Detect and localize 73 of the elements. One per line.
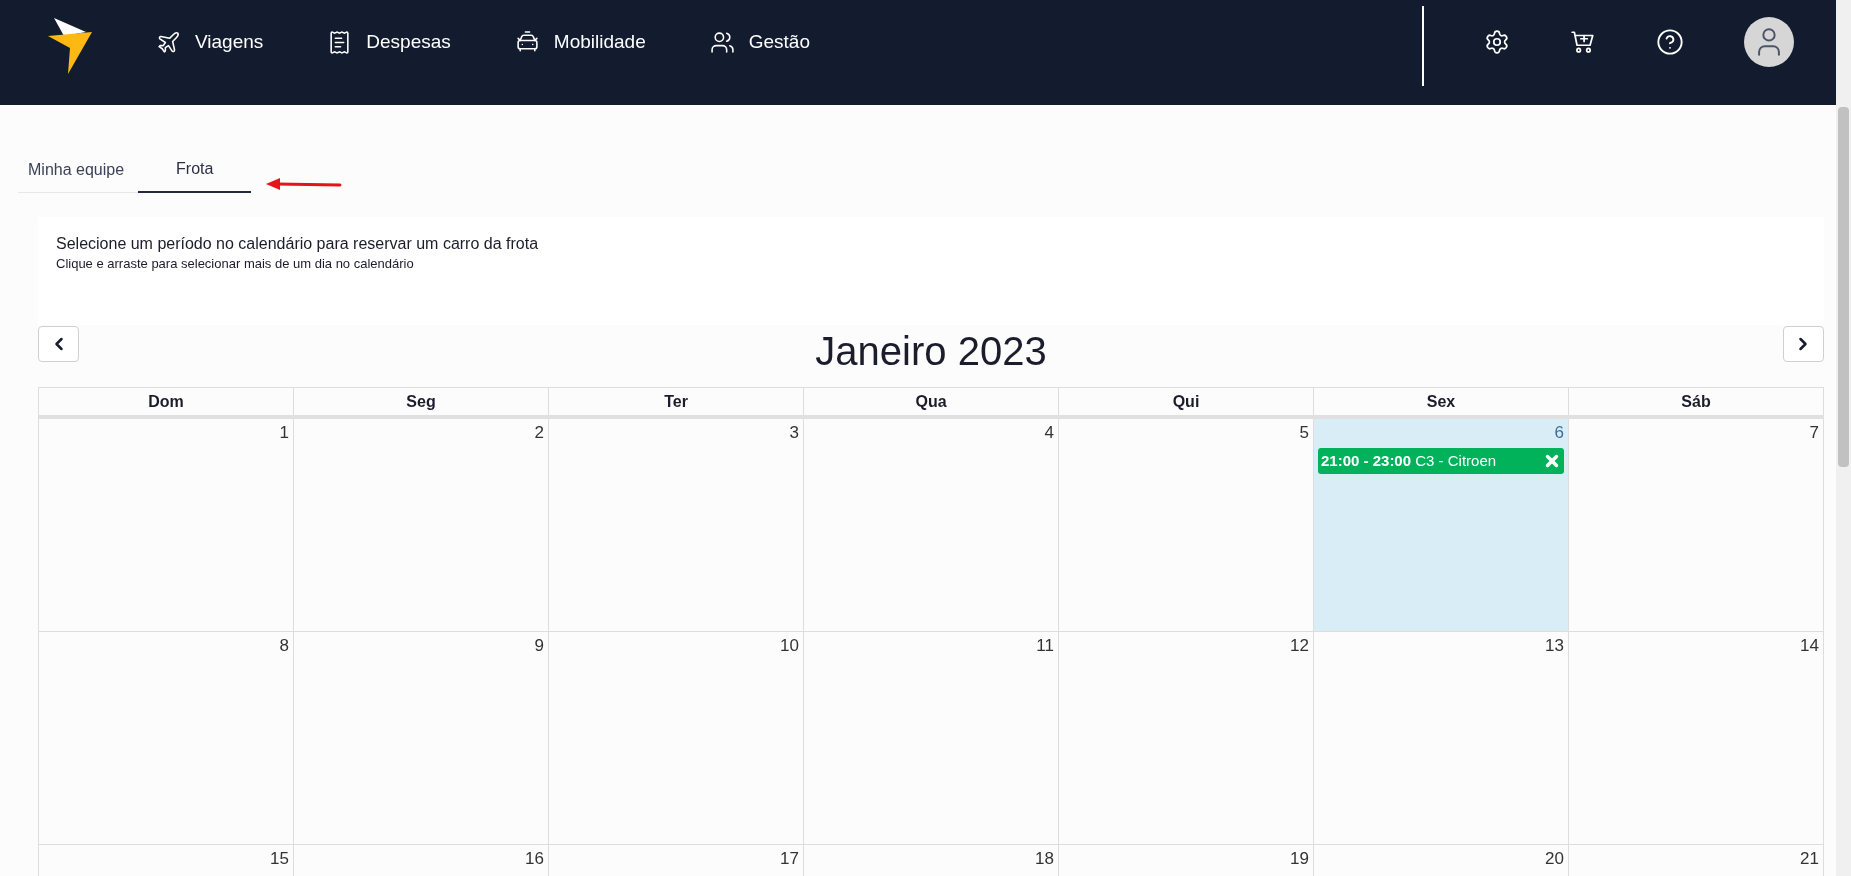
day-cell[interactable]: 17 <box>549 845 804 876</box>
day-number: 19 <box>1290 848 1309 870</box>
nav-link[interactable]: Mobilidade <box>514 28 646 57</box>
day-cell[interactable]: 6 21:00 - 23:00 C3 - Citroen <box>1314 419 1569 631</box>
weekday-header: Qua <box>804 388 1059 415</box>
day-cell[interactable]: 21 <box>1569 845 1824 876</box>
nav-link[interactable]: Despesas <box>327 28 451 57</box>
tab[interactable]: Minha equipe <box>18 147 139 192</box>
day-cell[interactable]: 11 <box>804 632 1059 844</box>
nav-link[interactable]: Viagens <box>156 28 264 57</box>
day-cell[interactable]: 4 <box>804 419 1059 631</box>
settings-button[interactable] <box>1484 29 1510 55</box>
day-cell[interactable]: 13 <box>1314 632 1569 844</box>
pointer-arrow-icon <box>266 178 342 190</box>
day-number: 7 <box>1809 422 1819 444</box>
tab[interactable]: Frota <box>138 147 252 193</box>
event-label: 21:00 - 23:00 C3 - Citroen <box>1321 451 1498 471</box>
car-icon <box>514 29 540 55</box>
logo-icon <box>48 18 92 74</box>
day-number: 15 <box>270 848 289 870</box>
users-icon <box>709 29 735 55</box>
weekday-header: Sáb <box>1569 388 1824 415</box>
day-number: 20 <box>1545 848 1564 870</box>
day-number: 13 <box>1545 635 1564 657</box>
day-number: 11 <box>1036 635 1054 657</box>
weekday-header: Seg <box>294 388 549 415</box>
cart-plus-icon <box>1570 29 1596 55</box>
day-cell[interactable]: 7 <box>1569 419 1824 631</box>
day-cell[interactable]: 12 <box>1059 632 1314 844</box>
day-number: 9 <box>534 635 544 657</box>
day-cell[interactable]: 2 <box>294 419 549 631</box>
info-title: Selecione um período no calendário para reservar um carro da frota <box>56 234 540 254</box>
day-number: 2 <box>534 422 544 444</box>
day-cell[interactable]: 10 <box>549 632 804 844</box>
weekday-header: Dom <box>39 388 294 415</box>
cart-button[interactable] <box>1570 29 1596 55</box>
day-number: 5 <box>1299 422 1309 444</box>
help-icon <box>1656 28 1684 56</box>
day-number: 3 <box>789 422 799 444</box>
calendar-title: Janeiro 2023 <box>815 328 1047 375</box>
help-button[interactable] <box>1656 28 1684 56</box>
day-number: 18 <box>1035 848 1054 870</box>
previous-month-button[interactable] <box>38 326 79 362</box>
nav-link[interactable]: Gestão <box>709 28 810 57</box>
day-number: 1 <box>279 422 289 444</box>
day-cell[interactable]: 3 <box>549 419 804 631</box>
day-cell[interactable]: 16 <box>294 845 549 876</box>
next-month-button[interactable] <box>1783 326 1824 362</box>
day-number: 8 <box>279 635 289 657</box>
plane-icon <box>156 29 181 55</box>
weekday-header: Sex <box>1314 388 1569 415</box>
weekday-header: Qui <box>1059 388 1314 415</box>
day-cell[interactable]: 14 <box>1569 632 1824 844</box>
day-cell[interactable]: 15 <box>39 845 294 876</box>
close-icon <box>1543 452 1561 470</box>
day-cell[interactable]: 19 <box>1059 845 1314 876</box>
day-cell[interactable]: 18 <box>804 845 1059 876</box>
day-cell[interactable]: 9 <box>294 632 549 844</box>
day-number: 4 <box>1044 422 1054 444</box>
day-cell[interactable]: 8 <box>39 632 294 844</box>
user-avatar[interactable] <box>1744 17 1794 67</box>
day-number: 14 <box>1800 635 1819 657</box>
day-number: 16 <box>525 848 544 870</box>
info-hint: Clique e arraste para selecionar mais de um dia no calendário <box>56 255 415 273</box>
day-number: 21 <box>1800 848 1819 870</box>
day-cell[interactable]: 1 <box>39 419 294 631</box>
day-number: 12 <box>1290 635 1309 657</box>
day-cell[interactable]: 20 <box>1314 845 1569 876</box>
settings-icon <box>1484 29 1510 55</box>
weekday-header: Ter <box>549 388 804 415</box>
day-number: 6 <box>1554 422 1564 444</box>
day-number: 17 <box>780 848 799 870</box>
day-number: 10 <box>780 635 799 657</box>
